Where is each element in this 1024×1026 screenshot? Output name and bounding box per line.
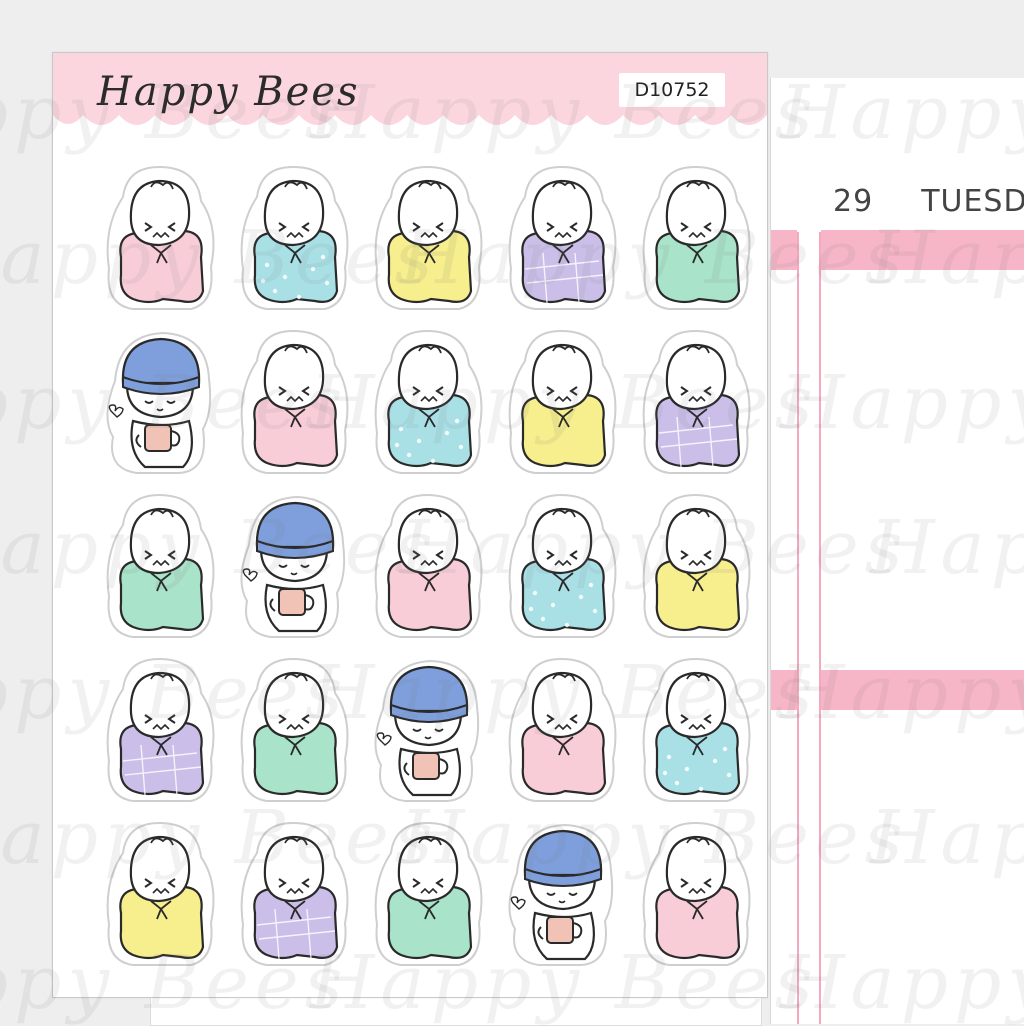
sticker-blanket-purple-plaid xyxy=(93,649,227,813)
sticker-beanie-mug xyxy=(227,485,361,649)
sticker-beanie-mug xyxy=(93,321,227,485)
planner-margin-line xyxy=(819,232,821,1024)
planner-section-bar xyxy=(821,670,1024,710)
planner-header-bar xyxy=(771,230,797,270)
sticker-blanket-yellow xyxy=(495,321,629,485)
sticker-illustration xyxy=(508,823,614,966)
product-code: D10752 xyxy=(619,73,725,107)
sticker-illustration xyxy=(374,165,483,310)
planner-header-bar xyxy=(821,230,1024,270)
sticker-blanket-blue-dots xyxy=(361,321,495,485)
sticker-illustration xyxy=(374,493,483,638)
sticker-illustration xyxy=(106,493,215,638)
sticker-illustration xyxy=(508,329,617,474)
sticker-illustration xyxy=(374,329,483,474)
sticker-illustration xyxy=(642,165,751,310)
sticker-blanket-blue-dots xyxy=(629,649,763,813)
planner-date-day: TUESD xyxy=(921,184,1024,219)
planner-section-bar xyxy=(771,670,797,710)
sticker-beanie-mug xyxy=(495,813,629,977)
sticker-blanket-purple-plaid xyxy=(227,813,361,977)
sticker-illustration xyxy=(642,657,751,802)
sticker-illustration xyxy=(240,657,349,802)
sticker-illustration xyxy=(240,329,349,474)
brand-logo: Happy Bees xyxy=(97,69,360,115)
sticker-illustration xyxy=(240,495,346,638)
sticker-illustration xyxy=(642,493,751,638)
sticker-illustration xyxy=(240,821,349,966)
sticker-illustration xyxy=(106,821,215,966)
sticker-blanket-mint xyxy=(93,485,227,649)
sticker-blanket-mint xyxy=(361,813,495,977)
sticker-blanket-mint xyxy=(629,157,763,321)
sticker-sheet: Happy Bees D10752 xyxy=(52,52,768,998)
sticker-blanket-yellow xyxy=(361,157,495,321)
sticker-blanket-purple-plaid xyxy=(629,321,763,485)
sticker-blanket-blue-dots xyxy=(495,485,629,649)
sticker-illustration xyxy=(508,165,617,310)
sticker-illustration xyxy=(642,329,751,474)
sticker-illustration xyxy=(508,493,617,638)
sticker-illustration xyxy=(374,659,480,802)
sticker-blanket-mint xyxy=(227,649,361,813)
sticker-illustration xyxy=(642,821,751,966)
sticker-blanket-blue-dots xyxy=(227,157,361,321)
sticker-illustration xyxy=(508,657,617,802)
planner-margin-line xyxy=(797,232,799,1024)
sticker-illustration xyxy=(106,165,215,310)
sticker-illustration xyxy=(240,165,349,310)
sticker-blanket-pink xyxy=(629,813,763,977)
sticker-blanket-pink xyxy=(227,321,361,485)
sticker-illustration xyxy=(106,331,212,474)
sticker-blanket-pink xyxy=(495,649,629,813)
planner-date-number: 29 xyxy=(833,184,874,219)
planner-date: 29 TUESD xyxy=(833,184,1024,219)
sticker-illustration xyxy=(374,821,483,966)
back-sticker-sheet xyxy=(150,994,762,1026)
sticker-blanket-purple-plaid xyxy=(495,157,629,321)
sticker-blanket-pink xyxy=(361,485,495,649)
sticker-blanket-yellow xyxy=(93,813,227,977)
sticker-blanket-yellow xyxy=(629,485,763,649)
sticker-illustration xyxy=(106,657,215,802)
sticker-grid xyxy=(93,157,763,977)
sticker-blanket-pink xyxy=(93,157,227,321)
planner-page: 29 TUESD xyxy=(770,78,1024,1024)
sticker-beanie-mug xyxy=(361,649,495,813)
